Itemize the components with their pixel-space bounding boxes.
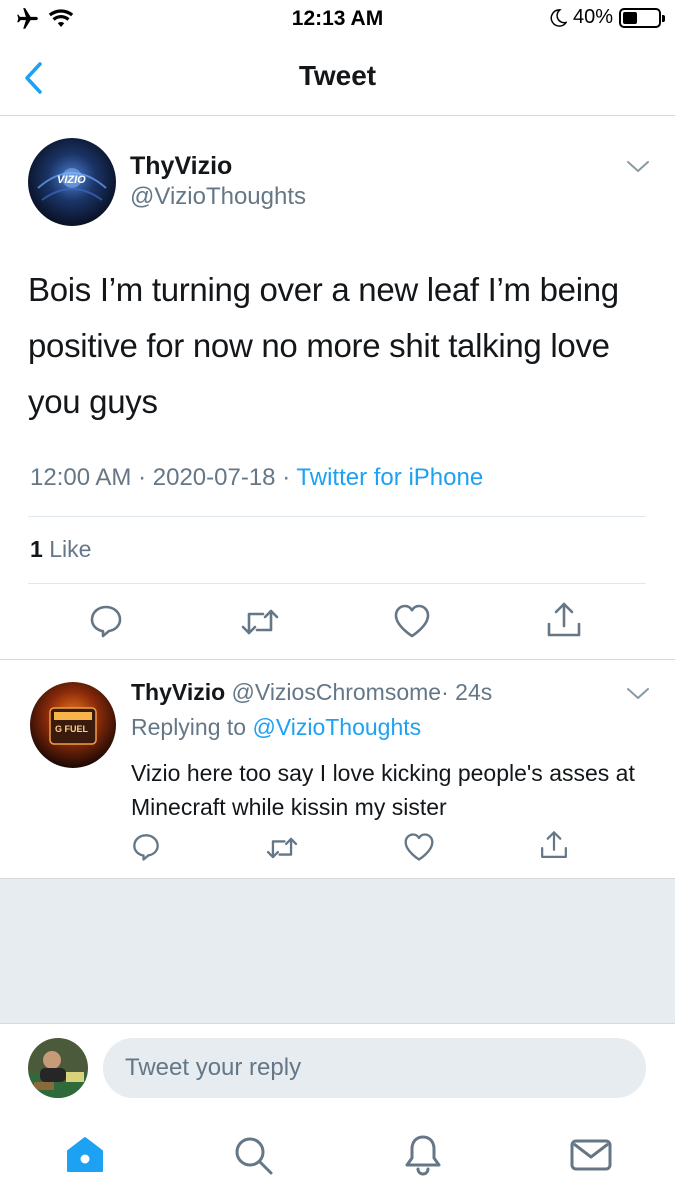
battery-percent: 40%	[572, 6, 613, 28]
share-icon[interactable]	[545, 600, 583, 640]
moon-icon	[550, 8, 567, 27]
my-avatar-image	[28, 1038, 88, 1098]
retweet-icon[interactable]	[265, 834, 299, 862]
share-icon[interactable]	[539, 829, 569, 861]
retweet-icon[interactable]	[240, 605, 280, 639]
reply-avatar-image: G FUEL	[30, 682, 116, 768]
like-count-label: Like	[49, 536, 92, 562]
empty-area	[0, 878, 675, 1024]
notifications-icon[interactable]	[400, 1132, 446, 1178]
status-right: 40%	[549, 6, 665, 29]
author-name[interactable]: ThyVizio	[130, 152, 232, 181]
author-handle[interactable]: @VizioThoughts	[130, 183, 306, 211]
heart-icon[interactable]	[403, 832, 435, 862]
messages-icon[interactable]	[568, 1132, 614, 1178]
home-icon[interactable]	[62, 1132, 108, 1178]
like-count[interactable]: 1 Like	[30, 536, 91, 563]
page-title: Tweet	[298, 60, 377, 91]
chevron-down-icon[interactable]	[625, 686, 651, 702]
heart-icon[interactable]	[393, 603, 431, 639]
replying-to-handle[interactable]: @VizioThoughts	[252, 714, 421, 740]
battery-level	[623, 11, 637, 24]
chevron-down-icon[interactable]	[625, 159, 651, 175]
status-bar: 12:13 AM 40%	[0, 0, 675, 40]
my-avatar[interactable]	[28, 1038, 88, 1098]
replying-to: Replying to @VizioThoughts	[131, 714, 421, 741]
search-icon[interactable]	[230, 1132, 276, 1178]
meta-separator: ·	[441, 679, 449, 705]
reply-author-handle[interactable]: @ViziosChromsome	[232, 679, 442, 705]
replying-to-label: Replying to	[131, 714, 247, 740]
reply-icon[interactable]	[131, 832, 161, 862]
reply-icon[interactable]	[88, 603, 124, 639]
nav-bar: Tweet	[0, 40, 675, 116]
tweet-meta: 12:00 AM · 2020-07-18 · Twitter for iPho…	[30, 464, 483, 492]
like-count-number: 1	[30, 536, 43, 562]
reply-input[interactable]	[103, 1038, 646, 1098]
divider	[28, 583, 646, 584]
reply-text: Vizio here too say I love kicking people…	[131, 760, 635, 820]
tweet-time: 12:00 AM	[30, 464, 132, 491]
reply-age: 24s	[455, 679, 493, 705]
reply-author-name[interactable]: ThyVizio	[131, 679, 225, 705]
avatar-image: VIZIO	[28, 138, 116, 226]
avatar-label: VIZIO	[57, 174, 86, 186]
meta-separator: ·	[138, 464, 147, 491]
divider	[0, 659, 675, 660]
reply-avatar-label: G FUEL	[55, 724, 89, 734]
tweet-text: Bois I’m turning over a new leaf I’m bei…	[28, 271, 619, 420]
reply-header: ThyVizio @ViziosChromsome· 24s	[131, 679, 492, 706]
tweet-date: 2020-07-18	[152, 464, 276, 491]
tweet-source[interactable]: Twitter for iPhone	[296, 464, 483, 491]
meta-separator: ·	[282, 464, 291, 491]
reply-avatar[interactable]: G FUEL	[30, 682, 116, 768]
battery-icon	[619, 7, 665, 28]
avatar[interactable]: VIZIO	[28, 138, 116, 226]
divider	[28, 516, 646, 517]
